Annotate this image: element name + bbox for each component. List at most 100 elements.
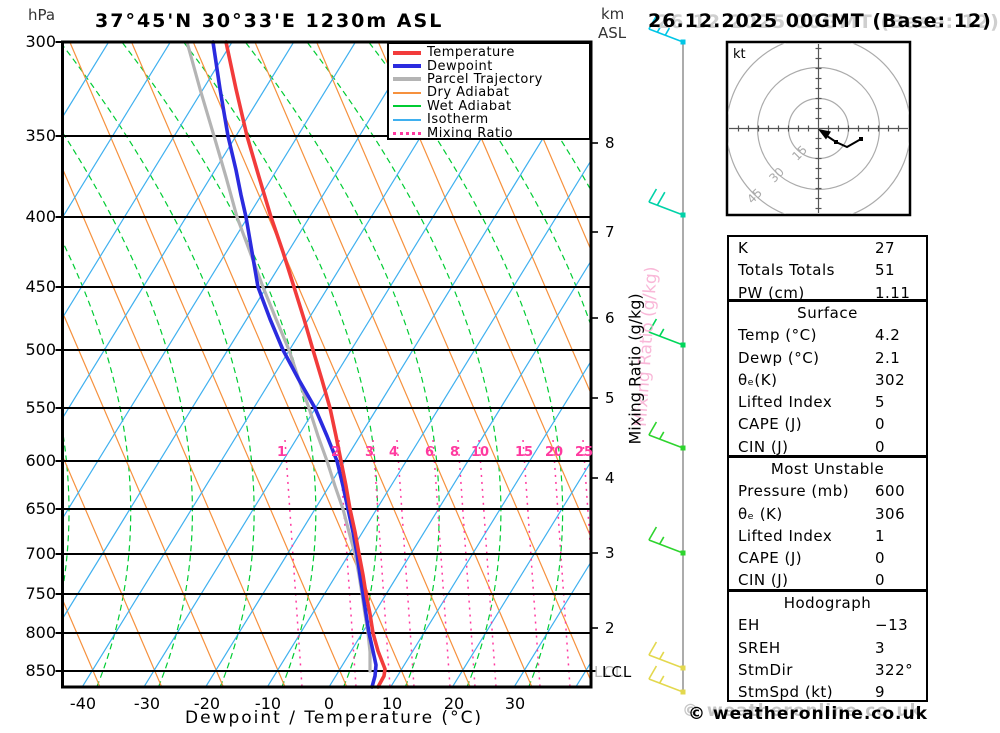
table-row-label: StmSpd (kt) [738,683,834,702]
skewt-sounding-page: { "header": { "title": "37°45'N 30°33'E … [0,0,1000,733]
grid-line [648,434,684,449]
altitude-tick-label: 3 [605,544,615,562]
table-row-value: −13 [875,616,909,635]
grid-line [372,439,391,686]
table-row-value: 4.2 [875,326,901,345]
mixing-ratio-value-label: 8 [450,445,460,460]
table-row: θₑ (K) 306 [729,503,926,525]
table-row-value: 0 [875,415,886,434]
temperature-tick-label: -10 [254,694,282,713]
table-row: Temp (°C) 4.2 [729,324,926,346]
pressure-tick-label: 850 [25,661,56,680]
altitude-tick-label: 6 [605,309,615,327]
table-row: Totals Totals 51 [729,259,926,281]
temperature-tick-label: 30 [504,694,526,713]
hodograph-unit-label: kt [733,47,746,62]
table-row: K 27 [729,237,926,259]
grid-line [648,526,658,541]
grid-line [648,641,658,656]
indices-table-section: Surface Temp (°C) 4.2 Dewp (°C) 2.1 θₑ(K) 302 L… [727,300,928,457]
mixing-ratio-value-label: 3 [365,445,375,460]
pressure-tick-label: 550 [25,398,56,417]
table-row-label: Dewp (°C) [738,348,820,367]
table-row-value: 3 [875,638,886,657]
table-row: θₑ(K) 302 [729,369,926,391]
wind-barb [648,665,686,695]
table-row: SREH 3 [729,637,926,659]
pressure-tick-label: 700 [25,544,56,563]
grid-line [63,43,418,619]
grid-line [658,536,665,545]
table-row-value: 306 [875,504,906,523]
legend-box: Temperature Dewpoint Parcel Trajectory Dry … [387,42,591,141]
table-row-label: CIN (J) [738,571,789,590]
mixing-ratio-value-label: 2 [331,445,341,460]
table-row-label: Pressure (mb) [738,482,850,501]
legend-swatch-thin [393,105,421,108]
temperature-tick-label: 10 [381,694,403,713]
mixing-ratio-axis-label: Mixing Ratio (g/kg) [625,293,645,445]
altitude-axis-unit-km: km [601,5,625,23]
table-row: EH −13 [729,614,926,636]
table-row-value: 2.1 [875,348,901,367]
table-row: Lifted Index 1 [729,525,926,547]
altitude-tick-label: 4 [605,469,615,487]
table-row-label: K [738,239,749,257]
legend-swatch-thin [393,118,421,121]
grid-line [658,675,665,684]
pressure-tick-label: 500 [25,340,56,359]
table-row-value: 9 [875,683,886,702]
table-row-value: 51 [875,261,896,280]
grid-line [648,678,684,693]
table-row-label: Totals Totals [738,261,835,280]
table-row-label: PW (cm) [738,283,805,302]
indices-table-section: Most Unstable Pressure (mb) 600 θₑ (K) 306 Li… [727,456,928,591]
grid-line [658,328,665,337]
legend-item: Temperature [393,45,589,60]
table-row: Pressure (mb) 600 [729,480,926,502]
pressure-tick-label: 600 [25,451,56,470]
table-row: CIN (J) 0 [729,569,926,591]
pressure-tick-label: 650 [25,499,56,518]
grid-line [658,431,665,440]
temperature-tick-label: -30 [133,694,161,713]
mixing-ratio-value-label: 20 [545,445,564,460]
grid-line [478,439,497,686]
temperature-tick-label: 20 [443,694,465,713]
table-row-value: 1 [875,526,886,545]
table-section-header: Surface [797,304,858,322]
grid-line [648,201,684,216]
valid-time-label: 26.12.2025 00GMT (Base: 12) [648,10,992,32]
table-row-value: 600 [875,482,906,501]
altitude-tick-label: 5 [605,389,615,407]
pressure-tick-label: 800 [25,623,56,642]
temperature-tick-label: -20 [193,694,221,713]
mixing-ratio-value-label: 1 [277,445,287,460]
table-row-label: Lifted Index [738,526,833,545]
table-row: Dewp (°C) 2.1 [729,347,926,369]
legend-item: Dry Adiabat [393,85,589,100]
legend-item: Dewpoint [393,59,589,74]
table-row-value: 0 [875,549,886,568]
altitude-tick-label: 8 [605,134,615,152]
grid-line [648,654,684,669]
table-row: CAPE (J) 0 [729,547,926,569]
pressure-tick-label: 750 [25,584,56,603]
table-row-value: 27 [875,239,896,257]
pressure-tick-label: 300 [25,32,56,51]
table-section-header: Most Unstable [770,460,885,478]
legend-item: Mixing Ratio [393,126,589,141]
pressure-tick-label: 350 [25,126,56,145]
altitude-tick-label: 2 [605,619,615,637]
wind-barb [648,188,686,218]
pressure-axis-unit: hPa [28,6,56,24]
wind-barb [648,641,686,671]
wind-barb [648,526,686,556]
table-row-label: θₑ(K) [738,370,778,389]
temperature-tick-label: 0 [323,694,335,713]
table-row: StmSpd (kt) 9 [729,681,926,703]
legend-swatch-thin [393,91,421,94]
table-row-value: 302 [875,370,906,389]
grid-line [658,651,665,660]
table-row-value: 322° [875,660,914,679]
